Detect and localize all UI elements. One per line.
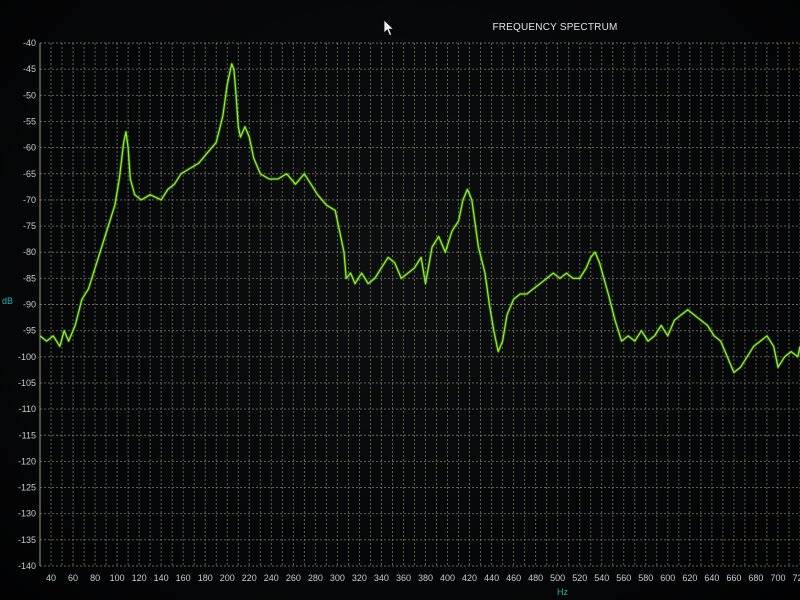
- y-tick-label: -55: [23, 116, 36, 126]
- y-tick-label: -140: [18, 561, 36, 571]
- x-tick-label: 260: [286, 573, 301, 583]
- x-tick-label: 420: [462, 573, 477, 583]
- x-tick-label: 60: [68, 573, 78, 583]
- oscilloscope-screen: -40 -45 -50 -55 -60 -65 -70 -75 -80 -85 -90 -95 -100…: [0, 0, 800, 600]
- x-tick-label: 360: [396, 573, 411, 583]
- x-tick-label: 560: [616, 573, 631, 583]
- x-tick-label: 200: [220, 573, 235, 583]
- y-tick-label: -100: [18, 352, 36, 362]
- x-tick-label: 440: [484, 573, 499, 583]
- spectrum-trace-glow: [39, 62, 800, 375]
- x-tick-label: 720: [792, 573, 800, 583]
- x-axis-label: Hz: [557, 587, 568, 597]
- x-tick-label: 220: [242, 573, 257, 583]
- y-tick-label: -115: [19, 430, 36, 440]
- y-tick-label: -65: [23, 169, 36, 179]
- x-tick-label: 540: [594, 573, 609, 583]
- y-tick-label: -125: [18, 483, 36, 493]
- y-tick-label: -40: [23, 38, 36, 48]
- x-tick-label: 180: [198, 573, 213, 583]
- y-tick-label: -105: [18, 378, 36, 388]
- x-tick-label: 140: [154, 573, 169, 583]
- y-tick-label: -70: [23, 195, 36, 205]
- x-tick-label: 240: [264, 573, 279, 583]
- spectrum-trace: [39, 63, 800, 374]
- y-tick-label: -135: [18, 535, 36, 545]
- x-tick-label: 80: [90, 573, 100, 583]
- y-tick-label: -120: [18, 456, 36, 466]
- chart-title: FREQUENCY SPECTRUM: [492, 22, 618, 33]
- y-tick-label: -110: [19, 404, 36, 414]
- x-tick-label: 400: [440, 573, 455, 583]
- y-tick-label: -50: [23, 90, 36, 100]
- x-tick-label: 460: [506, 573, 521, 583]
- x-tick-label: 480: [528, 573, 543, 583]
- x-tick-label: 160: [176, 573, 191, 583]
- x-tick-label: 660: [726, 573, 741, 583]
- x-tick-label: 320: [352, 573, 367, 583]
- y-tick-label: -75: [23, 221, 36, 231]
- x-tick-label: 300: [330, 573, 345, 583]
- y-tick-label: -85: [23, 273, 36, 283]
- x-tick-label: 500: [550, 573, 565, 583]
- x-tick-label: 580: [638, 573, 653, 583]
- x-tick-label: 280: [308, 573, 323, 583]
- x-tick-label: 600: [660, 573, 675, 583]
- y-tick-label: -95: [23, 326, 36, 336]
- x-tick-label: 120: [132, 573, 147, 583]
- mouse-pointer-icon: [383, 19, 395, 37]
- y-tick-label: -45: [23, 64, 36, 74]
- y-axis-label: dB: [2, 296, 14, 306]
- x-tick-label: 520: [572, 573, 587, 583]
- x-tick-label: 640: [704, 573, 719, 583]
- frequency-spectrum-chart: -40 -45 -50 -55 -60 -65 -70 -75 -80 -85 -90 -95 -100…: [18, 38, 800, 583]
- x-tick-label: 700: [770, 573, 785, 583]
- x-tick-label: 340: [374, 573, 389, 583]
- x-tick-label: 40: [46, 573, 56, 583]
- y-tick-label: -80: [23, 247, 36, 257]
- x-tick-label: 680: [748, 573, 763, 583]
- y-tick-label: -60: [23, 143, 36, 153]
- x-tick-label: 620: [682, 573, 697, 583]
- y-tick-label: -130: [18, 509, 36, 519]
- x-tick-label: 100: [110, 573, 125, 583]
- y-tick-label: -90: [23, 300, 36, 310]
- x-tick-label: 380: [418, 573, 433, 583]
